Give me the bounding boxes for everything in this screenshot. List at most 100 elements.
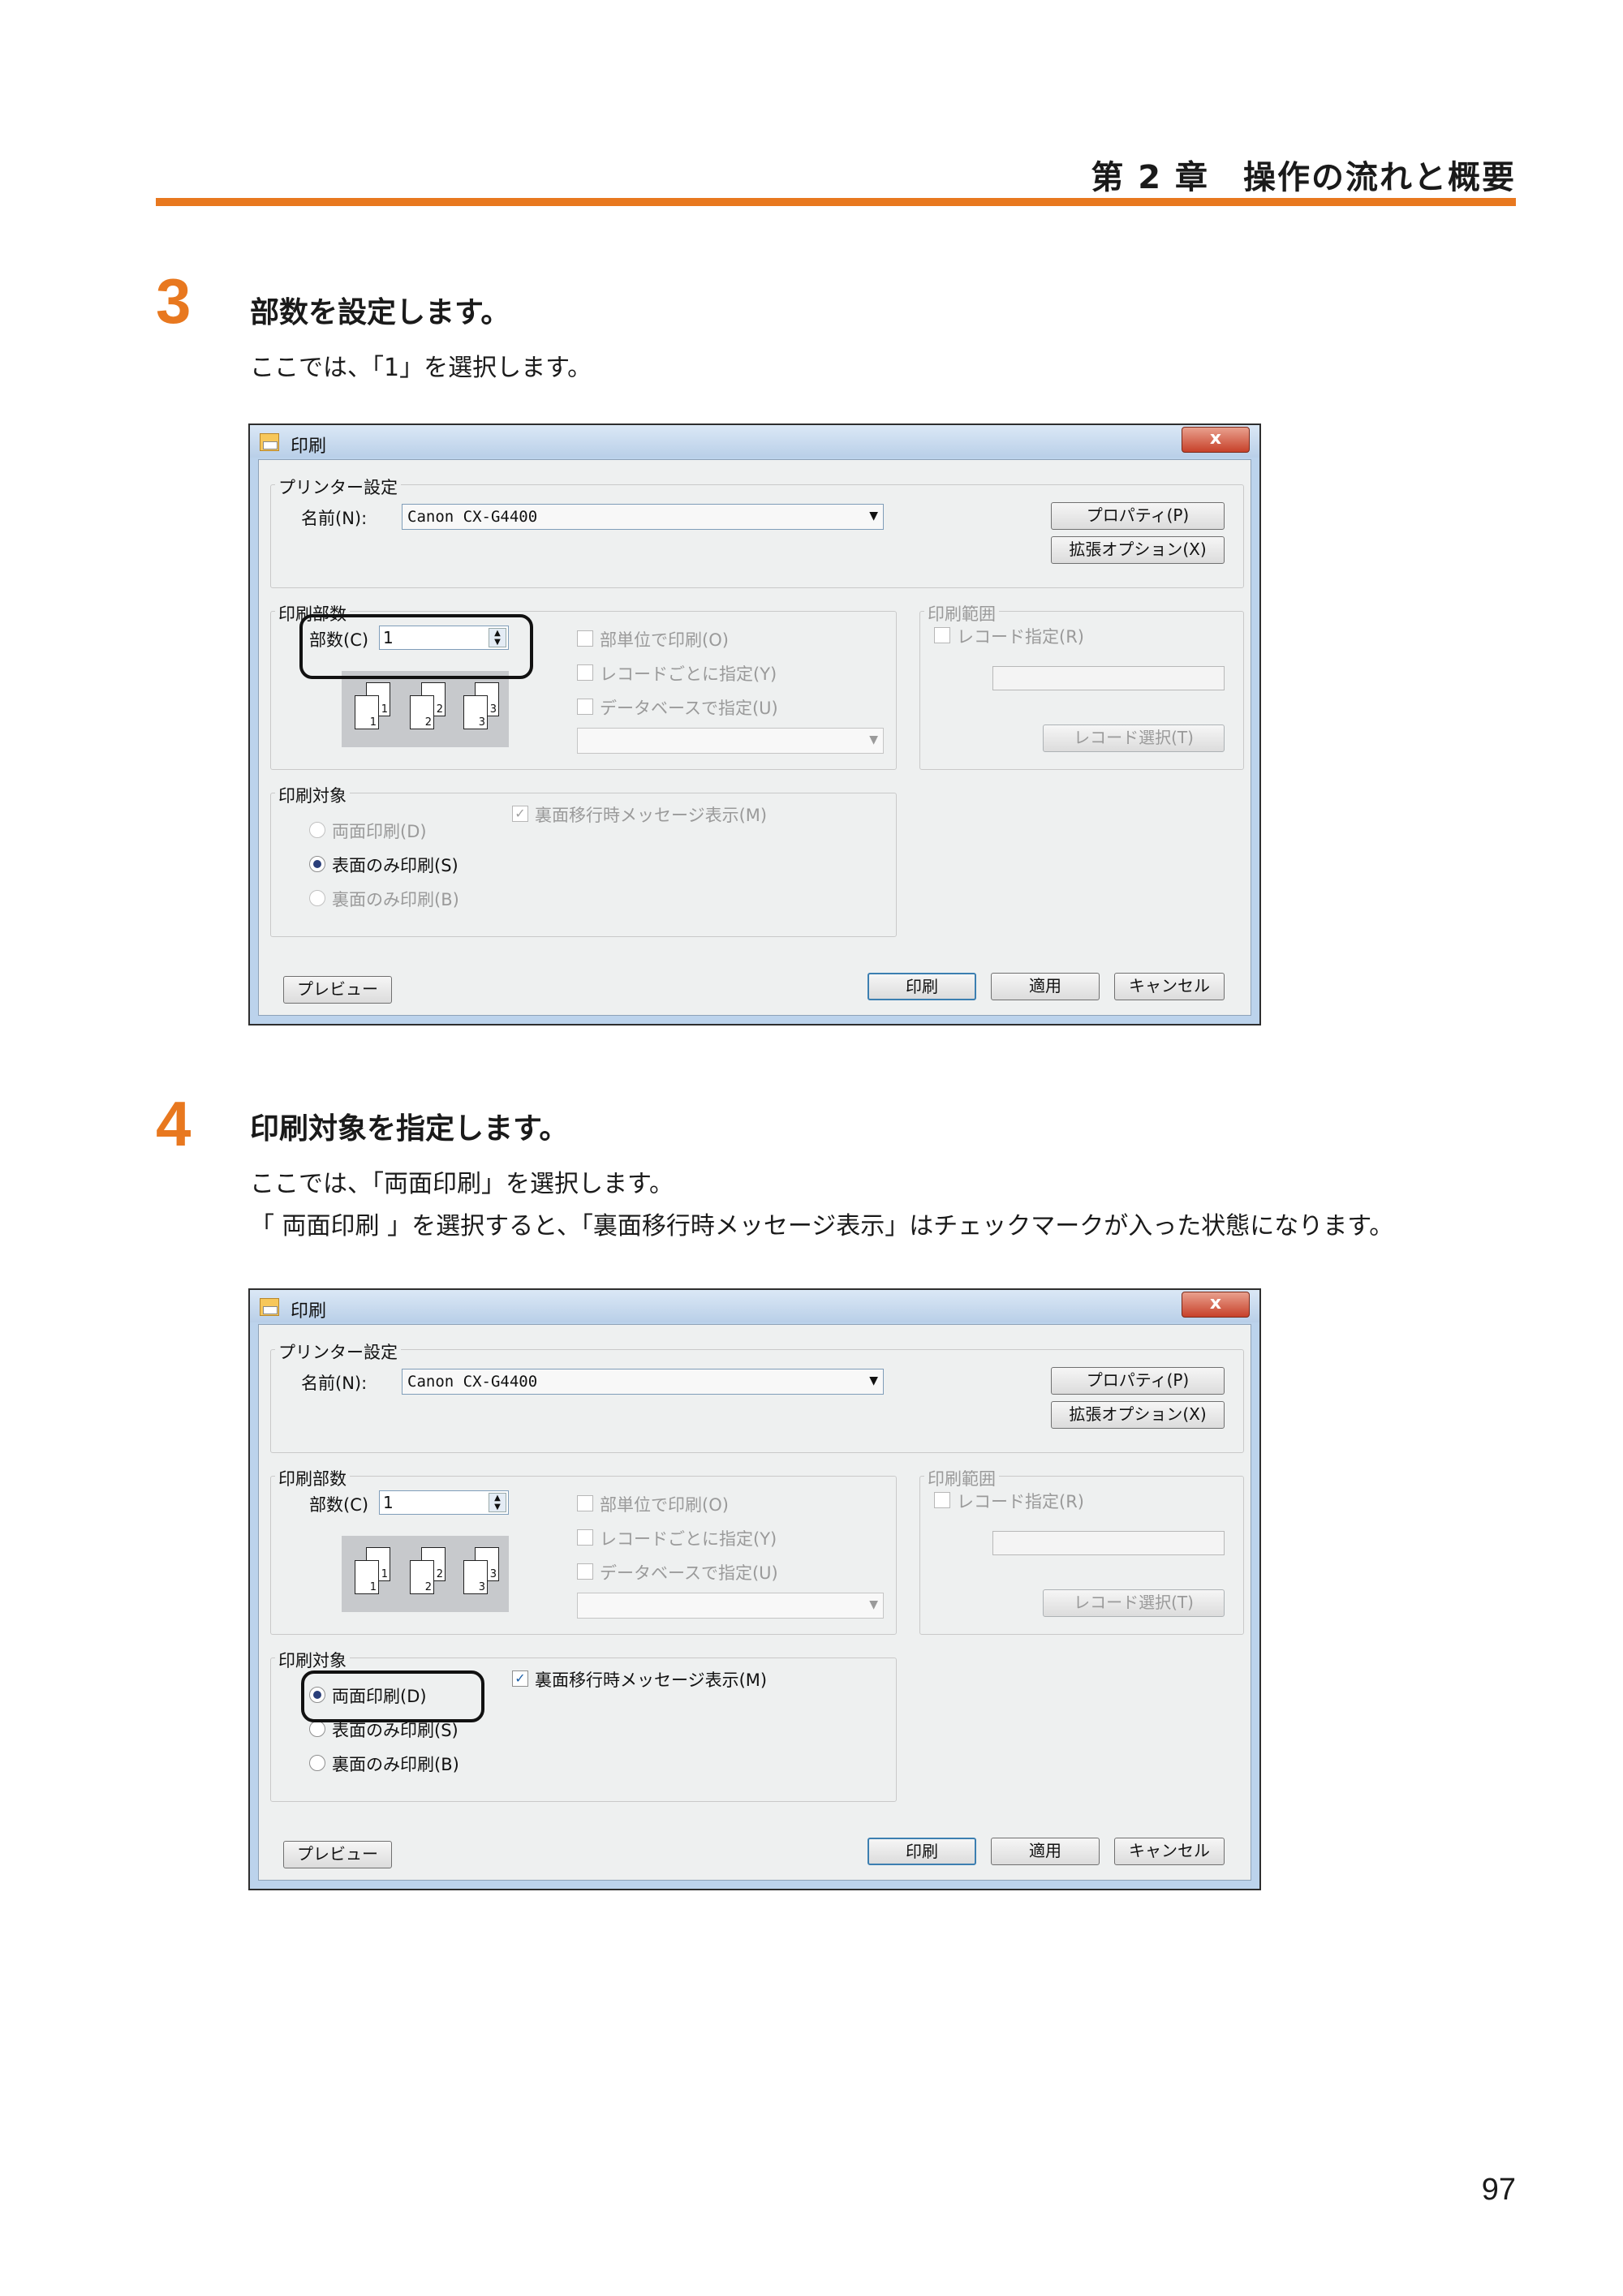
collate-checkbox[interactable]	[577, 630, 593, 647]
dialog-title: 印刷	[291, 436, 327, 457]
dialog-client: プリンター設定 名前(N): Canon CX-G4400 ▼ プロパティ(P)…	[258, 1324, 1251, 1881]
per-record-checkbox[interactable]	[577, 664, 593, 681]
record-specify-checkbox[interactable]	[934, 627, 950, 643]
page-icon: 3	[463, 695, 488, 729]
dialog-titlebar[interactable]: 印刷 x	[250, 1290, 1259, 1322]
back-message-checkbox[interactable]: ✓	[512, 806, 528, 822]
step-text: ここでは、「両面印刷」を選択します。	[250, 1170, 674, 1198]
print-button[interactable]: 印刷	[867, 1838, 976, 1865]
apply-button[interactable]: 適用	[991, 1838, 1100, 1865]
step-text: ここでは、「1」を選択します。	[250, 354, 592, 382]
copies-input[interactable]: 1 ▲ ▼	[379, 1490, 509, 1515]
ext-options-button[interactable]: 拡張オプション(X)	[1051, 1401, 1225, 1429]
page-icon: 2	[410, 1560, 434, 1594]
database-checkbox[interactable]	[577, 1563, 593, 1580]
printer-select[interactable]: Canon CX-G4400 ▼	[402, 504, 884, 530]
record-specify-label: レコード指定(R)	[957, 627, 1084, 647]
dialog-titlebar[interactable]: 印刷 x	[250, 425, 1259, 458]
back-only-label: 裏面のみ印刷(B)	[332, 1755, 459, 1774]
ext-options-button[interactable]: 拡張オプション(X)	[1051, 536, 1225, 564]
duplex-radio[interactable]	[309, 822, 325, 838]
range-group-label: 印刷範囲	[924, 1466, 999, 1490]
page-icon: 1	[355, 1560, 379, 1594]
page-icon: 1	[355, 695, 379, 729]
collate-label: 部単位で印刷(O)	[600, 630, 729, 650]
dialog-client: プリンター設定 名前(N): Canon CX-G4400 ▼ プロパティ(P)…	[258, 459, 1251, 1016]
close-button[interactable]: x	[1182, 427, 1250, 453]
back-message-label: 裏面移行時メッセージ表示(M)	[535, 1670, 768, 1690]
collate-label: 部単位で印刷(O)	[600, 1495, 729, 1515]
printer-settings-label: プリンター設定	[275, 1339, 401, 1364]
front-only-label: 表面のみ印刷(S)	[332, 856, 458, 875]
front-only-radio[interactable]	[309, 856, 325, 872]
collate-checkbox[interactable]	[577, 1495, 593, 1511]
record-select-button[interactable]: レコード選択(T)	[1043, 1589, 1225, 1617]
record-field[interactable]	[992, 1531, 1225, 1555]
highlight-callout	[301, 1670, 484, 1722]
properties-button[interactable]: プロパティ(P)	[1051, 1367, 1225, 1395]
per-record-label: レコードごとに指定(Y)	[600, 1529, 777, 1549]
target-group-label: 印刷対象	[275, 783, 350, 807]
front-only-radio[interactable]	[309, 1721, 325, 1737]
per-record-checkbox[interactable]	[577, 1529, 593, 1546]
record-specify-label: レコード指定(R)	[957, 1492, 1084, 1511]
target-group-label: 印刷対象	[275, 1648, 350, 1672]
properties-button[interactable]: プロパティ(P)	[1051, 502, 1225, 530]
name-label: 名前(N):	[301, 509, 368, 528]
step-number: 3	[156, 265, 192, 337]
record-specify-checkbox[interactable]	[934, 1492, 950, 1508]
preview-button[interactable]: プレビュー	[283, 1841, 392, 1868]
spinner-icon[interactable]: ▲ ▼	[489, 1493, 506, 1512]
step-text: 「 両面印刷 」を選択すると、「裏面移行時メッセージ表示」はチェックマークが入っ…	[250, 1212, 1394, 1240]
database-label: データベースで指定(U)	[600, 699, 778, 718]
printer-icon	[260, 433, 279, 451]
preview-button[interactable]: プレビュー	[283, 976, 392, 1004]
chevron-down-icon: ▼	[869, 510, 878, 522]
close-button[interactable]: x	[1182, 1292, 1250, 1318]
cancel-button[interactable]: キャンセル	[1114, 1838, 1225, 1865]
back-only-label: 裏面のみ印刷(B)	[332, 890, 459, 909]
page-number: 97	[1481, 2173, 1516, 2207]
print-button[interactable]: 印刷	[867, 973, 976, 1000]
printer-select[interactable]: Canon CX-G4400 ▼	[402, 1369, 884, 1395]
print-dialog: 印刷 x プリンター設定 名前(N): Canon CX-G4400 ▼ プロパ…	[248, 424, 1261, 1025]
header-rule	[156, 198, 1516, 206]
copies-value: 1	[383, 1493, 394, 1512]
record-select-button[interactable]: レコード選択(T)	[1043, 724, 1225, 752]
apply-button[interactable]: 適用	[991, 973, 1100, 1000]
chapter-title: 第 2 章 操作の流れと概要	[1091, 159, 1516, 196]
collate-preview: 1 1 2 2 3 3	[342, 671, 509, 747]
range-group-label: 印刷範囲	[924, 601, 999, 626]
printer-name: Canon CX-G4400	[407, 508, 538, 526]
chevron-down-icon: ▼	[869, 1374, 878, 1387]
database-select[interactable]: ▼	[577, 728, 884, 754]
collate-preview: 1 1 2 2 3 3	[342, 1536, 509, 1612]
per-record-label: レコードごとに指定(Y)	[600, 664, 777, 684]
printer-icon	[260, 1298, 279, 1316]
back-message-label: 裏面移行時メッセージ表示(M)	[535, 806, 768, 825]
database-label: データベースで指定(U)	[600, 1563, 778, 1583]
highlight-callout	[299, 614, 533, 679]
page-icon: 3	[463, 1560, 488, 1594]
copies-label: 部数(C)	[309, 1495, 369, 1515]
step-number: 4	[156, 1088, 192, 1159]
step-title: 部数を設定します。	[250, 296, 510, 329]
back-message-checkbox[interactable]: ✓	[512, 1670, 528, 1687]
copies-group-label: 印刷部数	[275, 1466, 350, 1490]
chevron-down-icon: ▼	[869, 1598, 878, 1611]
printer-settings-label: プリンター設定	[275, 475, 401, 499]
database-select[interactable]: ▼	[577, 1593, 884, 1619]
name-label: 名前(N):	[301, 1374, 368, 1393]
step-title: 印刷対象を指定します。	[250, 1112, 569, 1146]
dialog-title: 印刷	[291, 1301, 327, 1322]
print-dialog: 印刷 x プリンター設定 名前(N): Canon CX-G4400 ▼ プロパ…	[248, 1288, 1261, 1890]
printer-name: Canon CX-G4400	[407, 1373, 538, 1391]
database-checkbox[interactable]	[577, 699, 593, 715]
chevron-down-icon: ▼	[869, 733, 878, 746]
cancel-button[interactable]: キャンセル	[1114, 973, 1225, 1000]
back-only-radio[interactable]	[309, 1755, 325, 1771]
record-field[interactable]	[992, 666, 1225, 690]
back-only-radio[interactable]	[309, 890, 325, 906]
page-icon: 2	[410, 695, 434, 729]
duplex-label: 両面印刷(D)	[332, 822, 427, 841]
